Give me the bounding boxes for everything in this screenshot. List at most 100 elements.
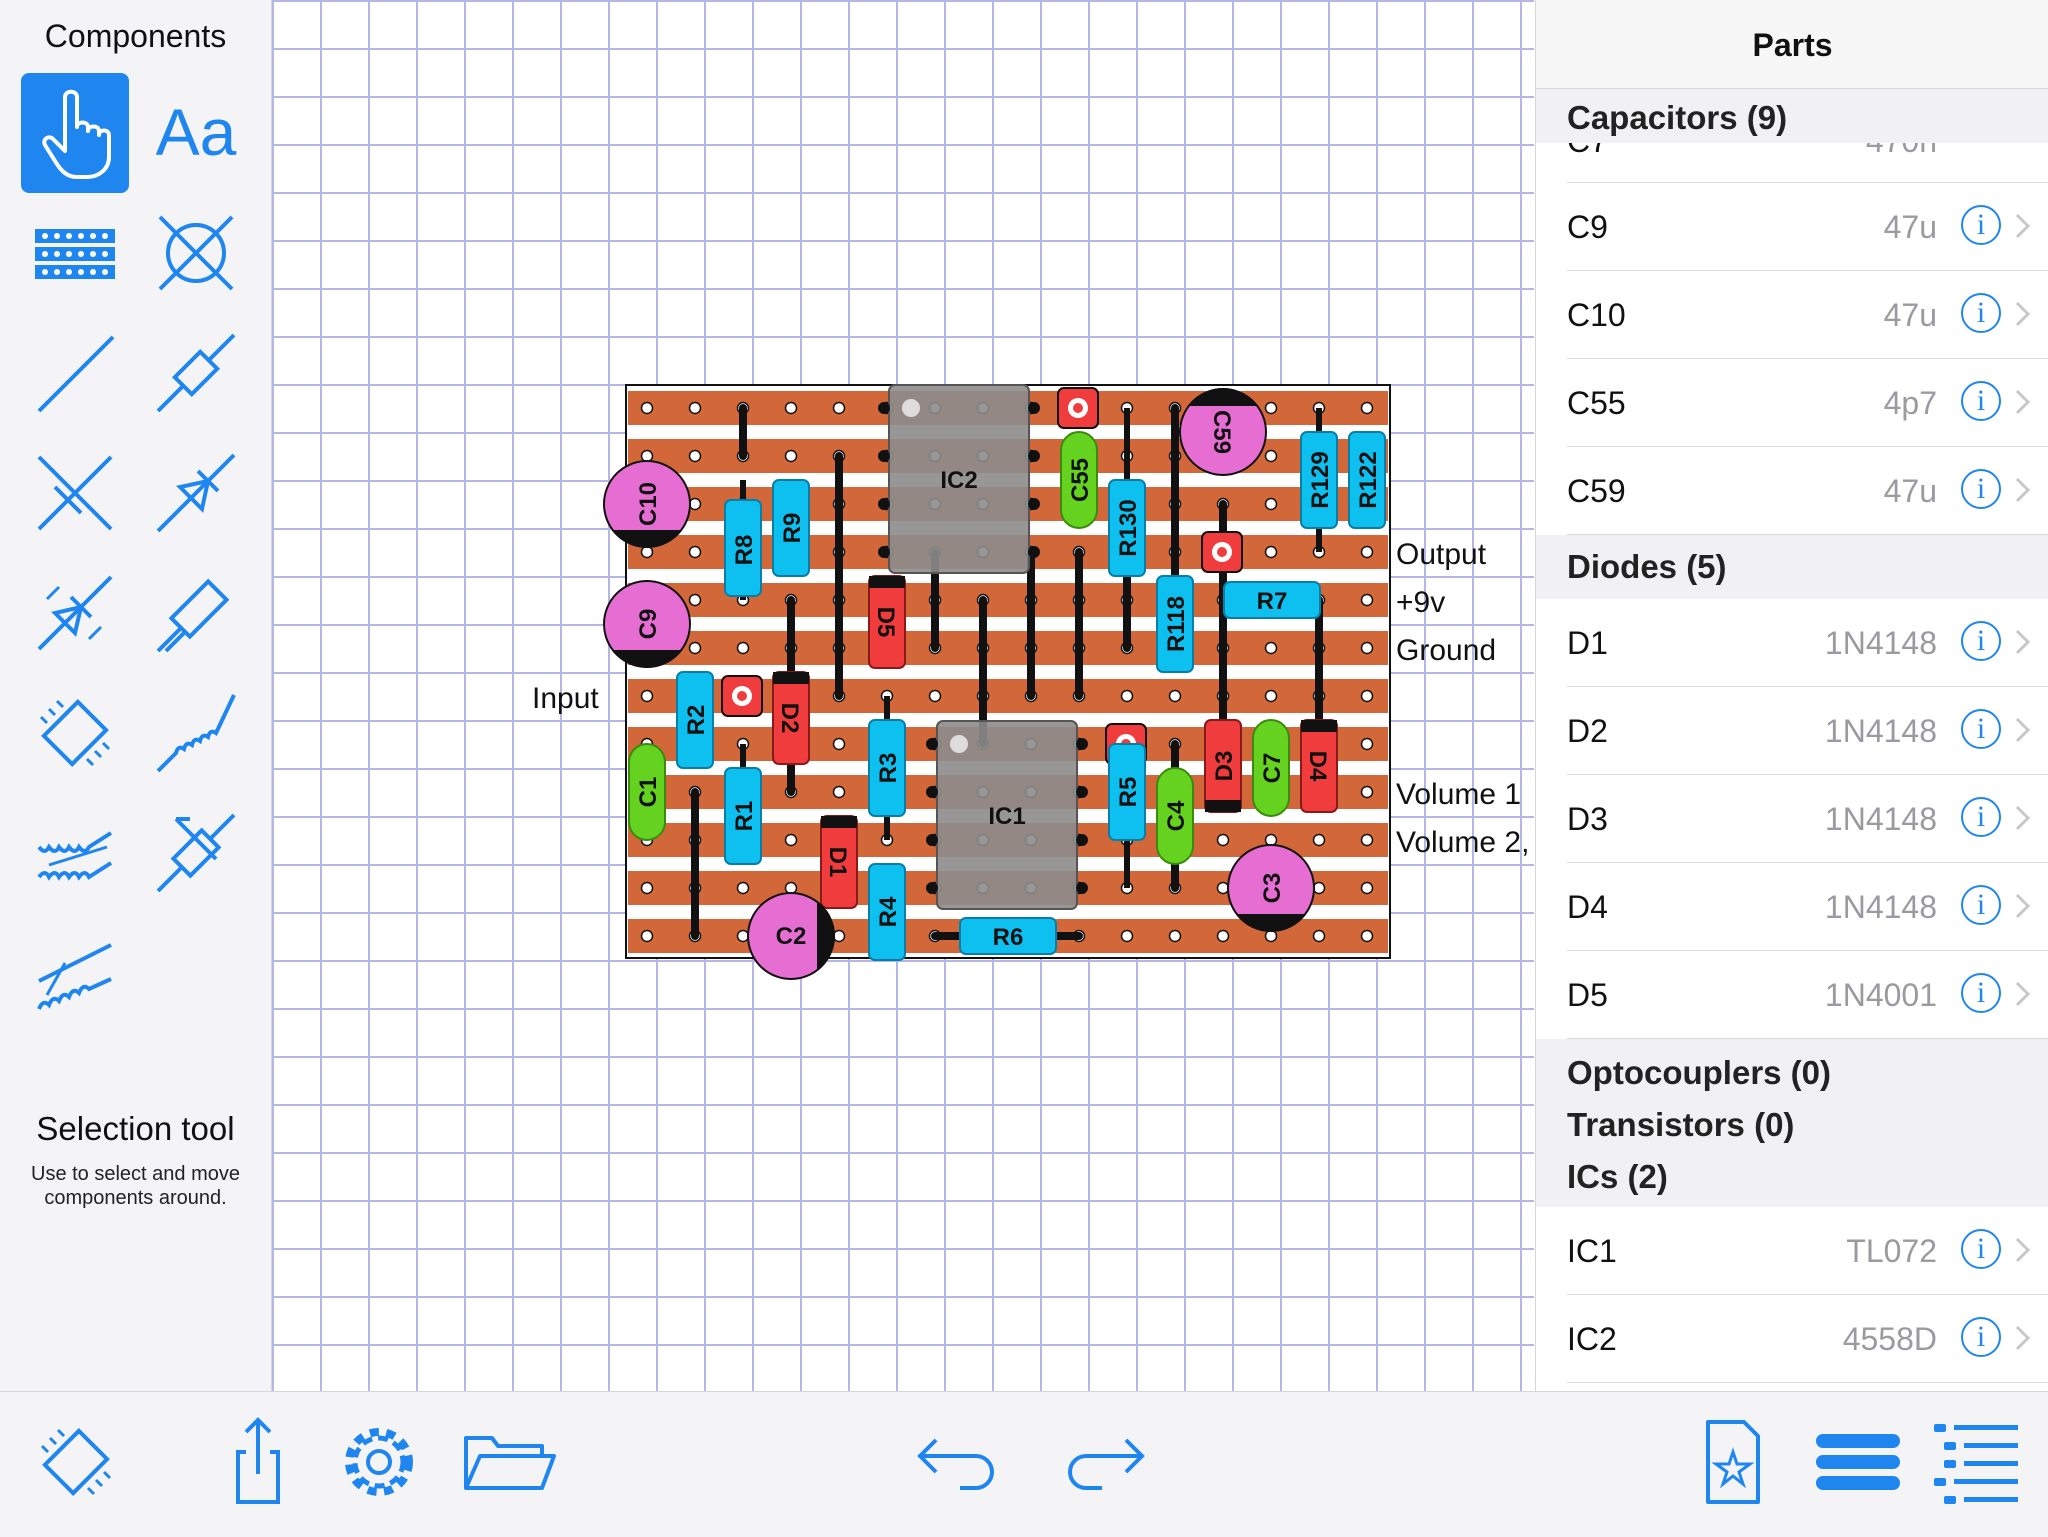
board-hole[interactable]	[736, 641, 750, 655]
info-icon[interactable]: i	[1961, 205, 2001, 245]
board-hole[interactable]	[1312, 929, 1326, 943]
wire-tool[interactable]	[21, 313, 129, 433]
board-hole[interactable]	[640, 881, 654, 895]
parts-row-c9[interactable]: C9 47u i	[1536, 183, 2048, 271]
ic-tool[interactable]	[21, 673, 129, 793]
board-hole[interactable]	[832, 401, 846, 415]
parts-row-c59[interactable]: C59 47u i	[1536, 447, 2048, 535]
selection-tool[interactable]	[21, 73, 129, 193]
board-hole[interactable]	[688, 593, 702, 607]
board-hole[interactable]	[928, 689, 942, 703]
section-transistors[interactable]: Transistors (0)	[1536, 1095, 2048, 1151]
parts-row-c10[interactable]: C10 47u i	[1536, 271, 2048, 359]
track-cut-tool[interactable]	[142, 193, 250, 313]
board-hole[interactable]	[1360, 881, 1374, 895]
info-icon[interactable]: i	[1961, 293, 2001, 333]
undo-button[interactable]	[906, 1412, 1006, 1512]
board-hole[interactable]	[1312, 881, 1326, 895]
component-library-button[interactable]	[26, 1412, 126, 1512]
potentiometer-tool[interactable]	[142, 793, 250, 913]
board-hole[interactable]	[1360, 689, 1374, 703]
board-hole[interactable]	[1360, 641, 1374, 655]
board-hole[interactable]	[784, 881, 798, 895]
info-icon[interactable]: i	[1961, 797, 2001, 837]
board-tool[interactable]	[21, 193, 129, 313]
share-button[interactable]	[208, 1412, 308, 1512]
board-hole[interactable]	[736, 881, 750, 895]
board-hole[interactable]	[1360, 737, 1374, 751]
info-icon[interactable]: i	[1961, 1317, 2001, 1357]
info-icon[interactable]: i	[1961, 381, 2001, 421]
board-hole[interactable]	[832, 785, 846, 799]
ic2[interactable]: IC2	[878, 384, 1040, 574]
board-hole[interactable]	[784, 449, 798, 463]
board-hole[interactable]	[1120, 689, 1134, 703]
parts-row-d2[interactable]: D2 1N4148 i	[1536, 687, 2048, 775]
board-hole[interactable]	[688, 545, 702, 559]
inductor-tool[interactable]	[142, 673, 250, 793]
capacitor-tool[interactable]	[142, 553, 250, 673]
board-hole[interactable]	[1264, 929, 1278, 943]
layout-canvas[interactable]: IC2 IC1 R8 R9 R2 R1 R3 R4 R5 R130 R118 R…	[272, 0, 1534, 1391]
board-hole[interactable]	[1264, 689, 1278, 703]
resistor-tool[interactable]	[142, 313, 250, 433]
board-hole[interactable]	[1360, 929, 1374, 943]
jumper-cross-tool[interactable]	[21, 433, 129, 553]
parts-list-button[interactable]	[1808, 1412, 1908, 1512]
info-icon[interactable]: i	[1961, 973, 2001, 1013]
board-hole[interactable]	[1216, 881, 1230, 895]
board-hole[interactable]	[832, 737, 846, 751]
led-tool[interactable]	[21, 553, 129, 673]
board-hole[interactable]	[688, 449, 702, 463]
board-hole[interactable]	[1360, 785, 1374, 799]
transformer-tool[interactable]	[21, 793, 129, 913]
board-hole[interactable]	[640, 449, 654, 463]
board-hole[interactable]	[1264, 449, 1278, 463]
relay-tool[interactable]	[21, 913, 129, 1033]
board-hole[interactable]	[1360, 593, 1374, 607]
parts-row-c7[interactable]: C7 470n	[1536, 143, 2048, 183]
board-hole[interactable]	[1264, 401, 1278, 415]
board-hole[interactable]	[1360, 401, 1374, 415]
board-hole[interactable]	[1216, 929, 1230, 943]
text-tool[interactable]: Aa	[142, 73, 250, 193]
board-hole[interactable]	[1120, 929, 1134, 943]
board-hole[interactable]	[1216, 833, 1230, 847]
board-hole[interactable]	[688, 641, 702, 655]
board-hole[interactable]	[784, 401, 798, 415]
board-hole[interactable]	[1168, 689, 1182, 703]
info-icon[interactable]: i	[1961, 709, 2001, 749]
board-hole[interactable]	[736, 929, 750, 943]
bill-of-materials-button[interactable]	[1926, 1412, 2026, 1512]
board-hole[interactable]	[784, 833, 798, 847]
board-hole[interactable]	[1168, 929, 1182, 943]
redo-button[interactable]	[1056, 1412, 1156, 1512]
board-hole[interactable]	[1360, 833, 1374, 847]
board-hole[interactable]	[640, 401, 654, 415]
settings-button[interactable]	[329, 1412, 429, 1512]
board-hole[interactable]	[1264, 545, 1278, 559]
parts-row-d3[interactable]: D3 1N4148 i	[1536, 775, 2048, 863]
parts-row-d4[interactable]: D4 1N4148 i	[1536, 863, 2048, 951]
board-hole[interactable]	[688, 401, 702, 415]
stripboard-layout[interactable]: IC2 IC1 R8 R9 R2 R1 R3 R4 R5 R130 R118 R…	[272, 0, 1534, 1391]
board-hole[interactable]	[1312, 833, 1326, 847]
board-hole[interactable]	[688, 497, 702, 511]
ic1[interactable]: IC1	[926, 720, 1088, 910]
board-hole[interactable]	[832, 929, 846, 943]
info-icon[interactable]: i	[1961, 885, 2001, 925]
parts-row-d5[interactable]: D5 1N4001 i	[1536, 951, 2048, 1039]
parts-row-ic1[interactable]: IC1 TL072 i	[1536, 1207, 2048, 1295]
board-hole[interactable]	[1264, 497, 1278, 511]
section-optocouplers[interactable]: Optocouplers (0)	[1536, 1039, 2048, 1095]
board-hole[interactable]	[640, 929, 654, 943]
info-icon[interactable]: i	[1961, 621, 2001, 661]
parts-row-c55[interactable]: C55 4p7 i	[1536, 359, 2048, 447]
board-hole[interactable]	[640, 689, 654, 703]
board-hole[interactable]	[1264, 641, 1278, 655]
info-icon[interactable]: i	[1961, 1229, 2001, 1269]
open-folder-button[interactable]	[458, 1412, 558, 1512]
info-icon[interactable]: i	[1961, 469, 2001, 509]
board-hole[interactable]	[1264, 833, 1278, 847]
parts-row-ic2[interactable]: IC2 4558D i	[1536, 1295, 2048, 1383]
